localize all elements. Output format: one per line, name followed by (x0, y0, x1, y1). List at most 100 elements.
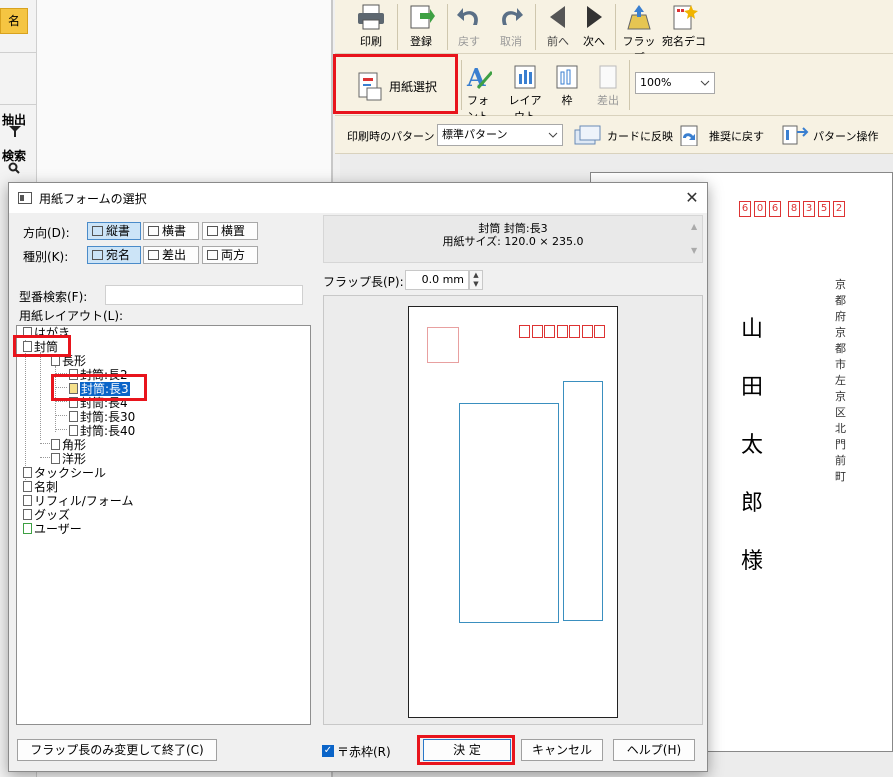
tree-item-tack-seal[interactable]: タックシール (23, 466, 106, 480)
printer-icon (358, 4, 384, 30)
frame-label: 枠 (561, 94, 573, 107)
register-label: 登録 (410, 35, 432, 48)
address-deco-button[interactable]: 宛名デコ (661, 3, 707, 49)
tree-item-kakugata[interactable]: 角形 (51, 438, 86, 452)
postal-digit-box: 8 (788, 201, 800, 217)
cancel-button[interactable]: キャンセル (521, 739, 603, 761)
postal-digit-box: 6 (739, 201, 751, 217)
type-both-toggle[interactable]: 両方 (202, 246, 258, 264)
flap-only-finish-button[interactable]: フラップ長のみ変更して終了(C) (17, 739, 217, 761)
layout-list-label: 用紙レイアウト(L): (19, 309, 124, 323)
direction-horizontal-toggle[interactable]: 横書 (143, 222, 199, 240)
sender-type-icon (148, 250, 159, 260)
apply-card-button[interactable]: カードに反映 (573, 122, 673, 148)
ok-highlight (417, 735, 515, 765)
postal-digit-box: 5 (818, 201, 830, 217)
main-toolbar: 印刷 登録 戻す 取消 前へ 次へ フラップ 宛名デコ (335, 0, 893, 64)
envelope-icon (51, 439, 60, 450)
back-button[interactable]: 戻す (451, 3, 487, 49)
pattern-toolbar: 印刷時のパターン 標準パターン カードに反映 推奨に戻す パターン操作 (335, 116, 893, 154)
postal-box (569, 325, 580, 338)
zoom-select[interactable]: 100% (635, 72, 715, 94)
help-button[interactable]: ヘルプ(H) (613, 739, 695, 761)
pattern-select[interactable]: 標準パターン (437, 124, 563, 146)
sender-button[interactable]: 差出 (593, 62, 623, 108)
postal-digit-box: 2 (833, 201, 845, 217)
reset-recommended-button[interactable]: 推奨に戻す (677, 122, 773, 148)
pattern-ops-icon (782, 125, 809, 145)
close-button[interactable]: ✕ (679, 186, 705, 210)
paper-select-highlight (333, 54, 458, 114)
register-button[interactable]: 登録 (401, 3, 441, 49)
layout-icon (514, 65, 536, 89)
paper-info-panel: 封筒 封筒:長3 用紙サイズ: 120.0 × 235.0 ▲ ▼ (323, 215, 703, 263)
name-char: 郎 (741, 491, 764, 516)
dialog-titlebar: 用紙フォームの選択 ✕ (9, 183, 707, 213)
tree-item-refill[interactable]: リフィル/フォーム (23, 494, 133, 508)
font-button[interactable]: A フォント (463, 62, 493, 124)
tree-item-naga30[interactable]: 封筒:長30 (69, 410, 135, 424)
type-label: 種別(K): (23, 250, 69, 264)
search-model-label: 型番検索(F): (19, 290, 88, 304)
flap-length-input[interactable]: 0.0 mm (405, 270, 469, 290)
paper-preview-area (323, 295, 703, 725)
right-triangle-icon (587, 6, 602, 28)
pattern-ops-button[interactable]: パターン操作 (779, 122, 889, 148)
naga3-highlight (51, 374, 147, 401)
paper-info-name: 封筒 封筒:長3 (478, 222, 548, 235)
card-icon (23, 481, 32, 492)
red-frame-checkbox[interactable]: ✓ (322, 745, 334, 757)
prev-button[interactable]: 前へ (541, 3, 575, 49)
model-search-input[interactable] (105, 285, 303, 305)
svg-text:A: A (466, 63, 486, 90)
flap-length-stepper[interactable]: ▲ ▼ (469, 270, 483, 290)
direction-landscape-toggle[interactable]: 横置 (202, 222, 258, 240)
prev-label: 前へ (547, 35, 569, 48)
zoom-value: 100% (640, 76, 672, 89)
tree-item-user[interactable]: ユーザー (23, 522, 82, 536)
address-type-icon (92, 250, 103, 260)
postal-box (594, 325, 605, 338)
postal-digit-box: 3 (803, 201, 815, 217)
tree-item-naga40[interactable]: 封筒:長40 (69, 424, 135, 438)
print-label: 印刷 (360, 35, 382, 48)
postal-digit-box: 0 (754, 201, 766, 217)
postal-box (519, 325, 530, 338)
paper-info-size: 用紙サイズ: 120.0 × 235.0 (442, 235, 584, 248)
next-label: 次へ (583, 35, 605, 48)
tree-item-meishi[interactable]: 名刺 (23, 480, 58, 494)
red-frame-label: 〒赤枠(R) (337, 745, 391, 759)
envelope-icon (51, 453, 60, 464)
cards-icon (574, 125, 601, 145)
layout-button[interactable]: レイアウト (505, 62, 545, 124)
futo-highlight (13, 335, 71, 357)
filter-icon (9, 126, 21, 137)
type-sender-toggle[interactable]: 差出 (143, 246, 199, 264)
name-char: 山 (741, 317, 764, 342)
page-icon (69, 411, 78, 422)
magnifier-icon (8, 162, 20, 174)
type-address-toggle[interactable]: 宛名 (87, 246, 141, 264)
reset-icon (680, 125, 698, 146)
user-icon (23, 523, 32, 534)
name-sort-button[interactable]: 名 (0, 8, 28, 34)
vertical-text-icon (92, 226, 103, 236)
frame-button[interactable]: 枠 (553, 62, 581, 108)
back-label: 戻す (458, 35, 480, 48)
print-button[interactable]: 印刷 (351, 3, 391, 49)
name-char: 田 (741, 375, 764, 400)
undo-icon (457, 8, 478, 25)
tree-item-yogata[interactable]: 洋形 (51, 452, 86, 466)
name-char: 太 (741, 433, 764, 458)
postal-box (581, 325, 593, 338)
sender-icon (599, 65, 617, 89)
landscape-icon (207, 226, 218, 236)
tree-item-goods[interactable]: グッズ (23, 508, 70, 522)
info-scrollbar[interactable]: ▲ ▼ (688, 216, 702, 262)
next-button[interactable]: 次へ (577, 3, 611, 49)
cancel-toolbar-button[interactable]: 取消 (493, 3, 529, 49)
pattern-ops-label: パターン操作 (813, 130, 879, 143)
window-icon (18, 192, 32, 204)
direction-vertical-toggle[interactable]: 縦書 (87, 222, 141, 240)
postal-box (556, 325, 568, 338)
